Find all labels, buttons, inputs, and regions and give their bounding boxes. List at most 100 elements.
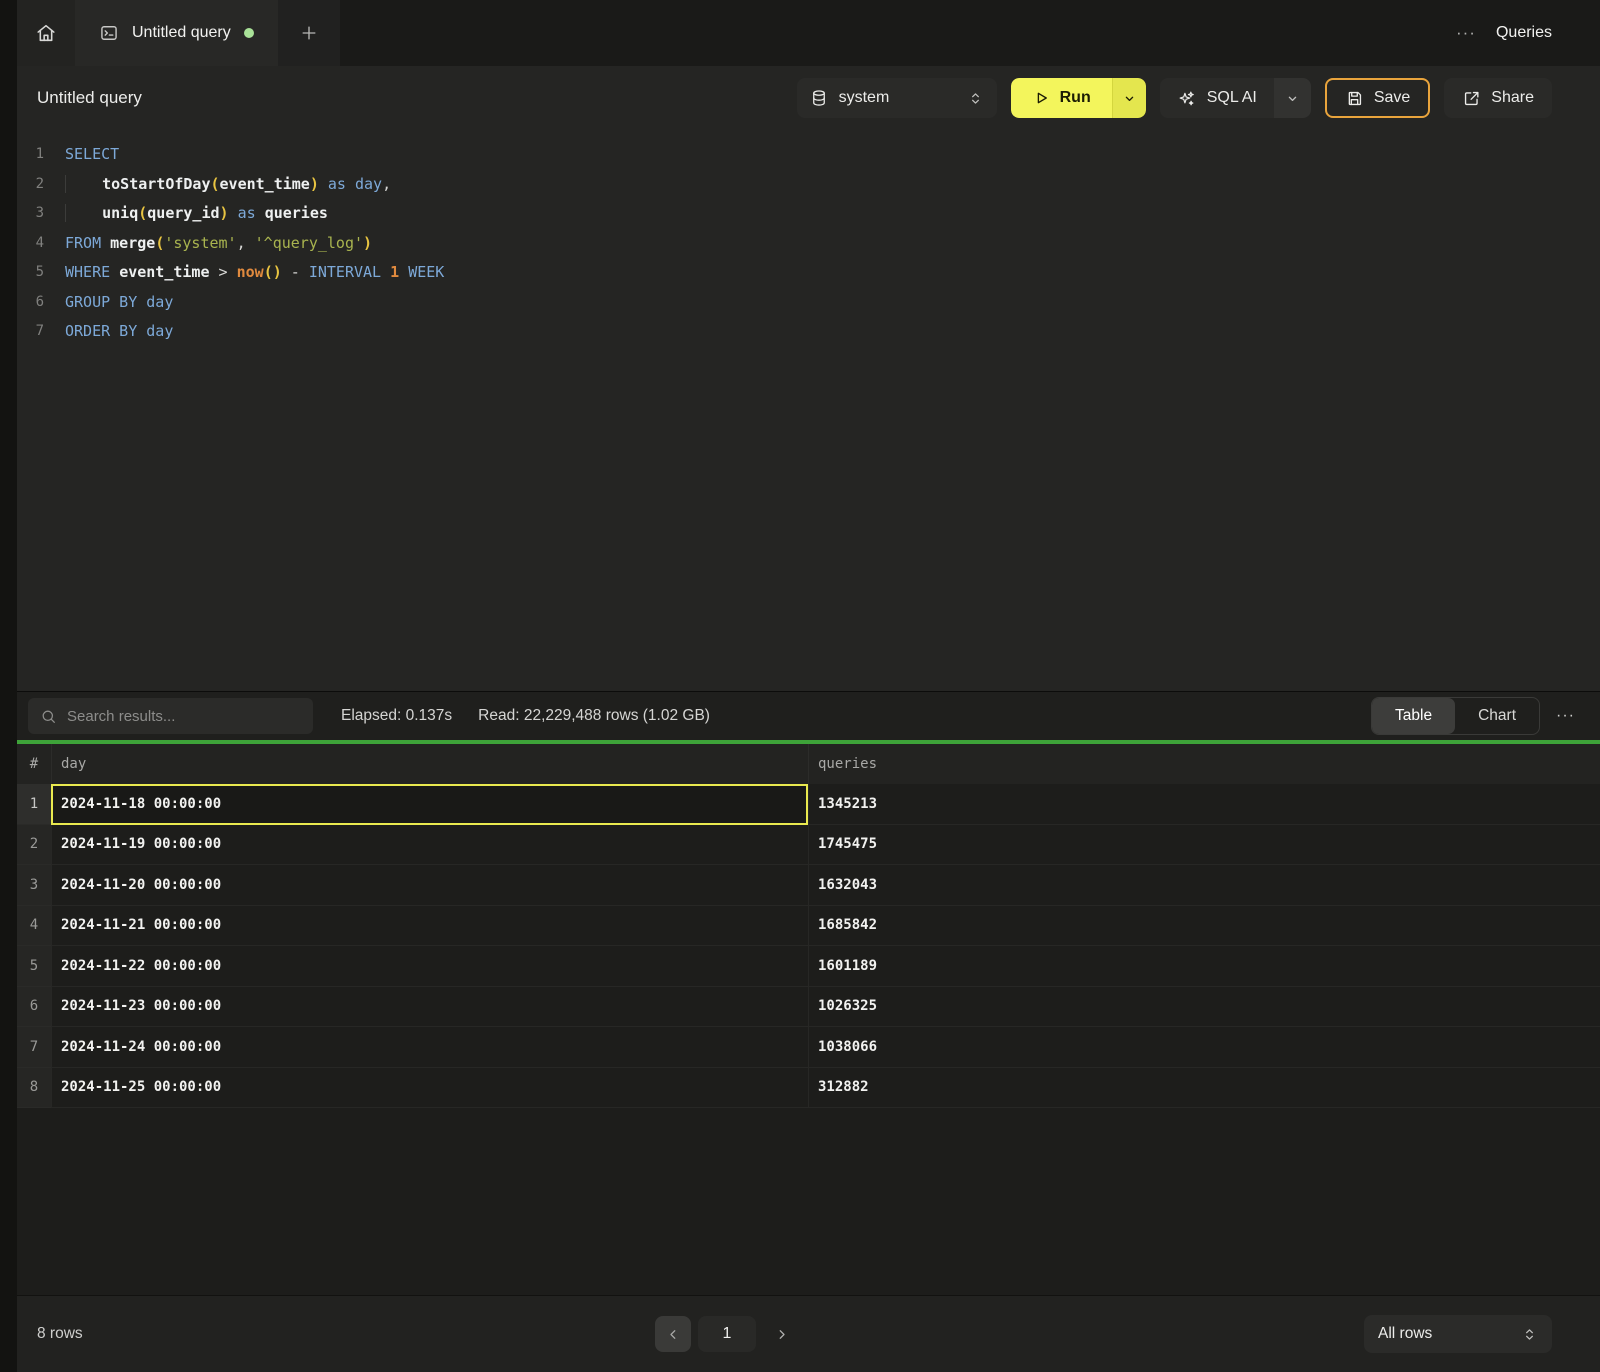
share-button-label: Share bbox=[1491, 89, 1534, 107]
sql-editor[interactable]: 1SELECT2 toStartOfDay(event_time) as day… bbox=[17, 130, 1600, 691]
results-table-empty-area bbox=[17, 1108, 1600, 1295]
day-cell[interactable]: 2024-11-18 00:00:00 bbox=[51, 784, 808, 825]
new-tab-button[interactable] bbox=[278, 0, 340, 66]
database-selector[interactable]: system bbox=[797, 78, 997, 118]
page-number-button[interactable]: 1 bbox=[698, 1316, 756, 1352]
run-button-label: Run bbox=[1060, 89, 1091, 107]
line-number: 7 bbox=[17, 317, 44, 347]
code-line[interactable]: 2 toStartOfDay(event_time) as day, bbox=[17, 170, 1600, 200]
day-cell[interactable]: 2024-11-22 00:00:00 bbox=[51, 946, 808, 987]
database-icon bbox=[810, 89, 828, 107]
results-footer: 8 rows 1 All rows bbox=[17, 1295, 1600, 1372]
search-icon bbox=[40, 708, 57, 725]
code-line[interactable]: 6GROUP BY day bbox=[17, 288, 1600, 318]
column-header-index: # bbox=[17, 744, 51, 784]
unsaved-changes-dot bbox=[244, 28, 254, 38]
day-cell[interactable]: 2024-11-20 00:00:00 bbox=[51, 865, 808, 906]
row-number-cell[interactable]: 1 bbox=[17, 784, 51, 825]
code-text: uniq(query_id) as queries bbox=[44, 199, 328, 229]
results-table-rows: 12024-11-18 00:00:001345213 22024-11-19 0… bbox=[17, 784, 1600, 1108]
day-cell[interactable]: 2024-11-19 00:00:00 bbox=[51, 825, 808, 866]
results-more-button[interactable]: ··· bbox=[1556, 707, 1575, 725]
tab-bar-spacer bbox=[340, 0, 1456, 66]
row-number-cell[interactable]: 5 bbox=[17, 946, 51, 987]
row-number-cell[interactable]: 8 bbox=[17, 1068, 51, 1109]
queries-cell[interactable]: 1685842 bbox=[808, 906, 1600, 947]
play-icon bbox=[1032, 89, 1050, 107]
day-cell[interactable]: 2024-11-24 00:00:00 bbox=[51, 1027, 808, 1068]
code-line[interactable]: 5WHERE event_time > now() - INTERVAL 1 W… bbox=[17, 258, 1600, 288]
chevron-down-icon bbox=[1122, 91, 1137, 106]
query-toolbar: Untitled query system bbox=[17, 66, 1600, 130]
day-cell[interactable]: 2024-11-25 00:00:00 bbox=[51, 1068, 808, 1109]
code-line[interactable]: 4FROM merge('system', '^query_log') bbox=[17, 229, 1600, 259]
line-number: 1 bbox=[17, 140, 44, 170]
tab-table-view[interactable]: Table bbox=[1372, 698, 1455, 734]
results-table-header: # day queries bbox=[17, 744, 1600, 784]
column-header-queries[interactable]: queries bbox=[808, 744, 1600, 784]
chevron-left-icon bbox=[666, 1327, 681, 1342]
rows-per-page-selector[interactable]: All rows bbox=[1364, 1315, 1552, 1353]
home-button[interactable] bbox=[17, 0, 75, 66]
search-results-input[interactable] bbox=[67, 708, 301, 725]
tab-bar: Untitled query ··· Queries bbox=[17, 0, 1600, 66]
queries-cell[interactable]: 1745475 bbox=[808, 825, 1600, 866]
queries-cell[interactable]: 1345213 bbox=[808, 784, 1600, 825]
previous-page-button[interactable] bbox=[655, 1316, 691, 1352]
results-table: # day queries 12024-11-18 00:00:00134521… bbox=[17, 744, 1600, 1295]
next-page-button[interactable] bbox=[763, 1316, 799, 1352]
code-text: FROM merge('system', '^query_log') bbox=[44, 229, 372, 259]
tab-untitled-query[interactable]: Untitled query bbox=[75, 0, 278, 66]
chevron-down-icon bbox=[1285, 91, 1300, 106]
table-row: 32024-11-20 00:00:001632043 bbox=[17, 865, 1600, 906]
save-button[interactable]: Save bbox=[1325, 78, 1430, 118]
code-text: WHERE event_time > now() - INTERVAL 1 WE… bbox=[44, 258, 444, 288]
share-button[interactable]: Share bbox=[1444, 78, 1552, 118]
line-number: 3 bbox=[17, 199, 44, 229]
queries-link[interactable]: Queries bbox=[1496, 24, 1552, 42]
terminal-icon bbox=[99, 23, 119, 43]
table-row: 72024-11-24 00:00:001038066 bbox=[17, 1027, 1600, 1068]
code-line[interactable]: 7ORDER BY day bbox=[17, 317, 1600, 347]
queries-cell[interactable]: 1601189 bbox=[808, 946, 1600, 987]
search-results-box[interactable] bbox=[28, 698, 313, 734]
line-number: 5 bbox=[17, 258, 44, 288]
day-cell[interactable]: 2024-11-21 00:00:00 bbox=[51, 906, 808, 947]
rows-read: Read: 22,229,488 rows (1.02 GB) bbox=[478, 707, 710, 725]
chevron-right-icon bbox=[774, 1327, 789, 1342]
sparkles-icon bbox=[1177, 89, 1196, 108]
row-number-cell[interactable]: 2 bbox=[17, 825, 51, 866]
code-text: SELECT bbox=[44, 140, 119, 170]
sql-ai-options-button[interactable] bbox=[1274, 78, 1311, 118]
tab-chart-view[interactable]: Chart bbox=[1455, 698, 1539, 734]
sql-ai-button-label: SQL AI bbox=[1207, 89, 1257, 107]
table-row: 52024-11-22 00:00:001601189 bbox=[17, 946, 1600, 987]
view-toggle: Table Chart bbox=[1371, 697, 1540, 735]
row-number-cell[interactable]: 6 bbox=[17, 987, 51, 1028]
row-number-cell[interactable]: 4 bbox=[17, 906, 51, 947]
save-button-label: Save bbox=[1374, 89, 1410, 107]
share-icon bbox=[1462, 89, 1481, 108]
row-number-cell[interactable]: 3 bbox=[17, 865, 51, 906]
line-number: 6 bbox=[17, 288, 44, 318]
sql-ai-button[interactable]: SQL AI bbox=[1160, 78, 1274, 118]
queries-cell[interactable]: 1632043 bbox=[808, 865, 1600, 906]
sql-ai-button-group: SQL AI bbox=[1160, 78, 1311, 118]
pagination: 1 bbox=[655, 1316, 799, 1352]
queries-cell[interactable]: 1038066 bbox=[808, 1027, 1600, 1068]
day-cell[interactable]: 2024-11-23 00:00:00 bbox=[51, 987, 808, 1028]
query-stats: Elapsed: 0.137s Read: 22,229,488 rows (1… bbox=[341, 707, 710, 725]
table-row: 62024-11-23 00:00:001026325 bbox=[17, 987, 1600, 1028]
code-line[interactable]: 1SELECT bbox=[17, 140, 1600, 170]
overflow-menu-button[interactable]: ··· bbox=[1456, 23, 1476, 43]
code-text: ORDER BY day bbox=[44, 317, 173, 347]
save-icon bbox=[1345, 89, 1364, 108]
code-line[interactable]: 3 uniq(query_id) as queries bbox=[17, 199, 1600, 229]
run-options-button[interactable] bbox=[1112, 78, 1146, 118]
sql-console-app: Untitled query ··· Queries Untitled quer… bbox=[0, 0, 1600, 1372]
queries-cell[interactable]: 1026325 bbox=[808, 987, 1600, 1028]
run-button[interactable]: Run bbox=[1011, 78, 1112, 118]
queries-cell[interactable]: 312882 bbox=[808, 1068, 1600, 1109]
row-number-cell[interactable]: 7 bbox=[17, 1027, 51, 1068]
column-header-day[interactable]: day bbox=[51, 744, 808, 784]
